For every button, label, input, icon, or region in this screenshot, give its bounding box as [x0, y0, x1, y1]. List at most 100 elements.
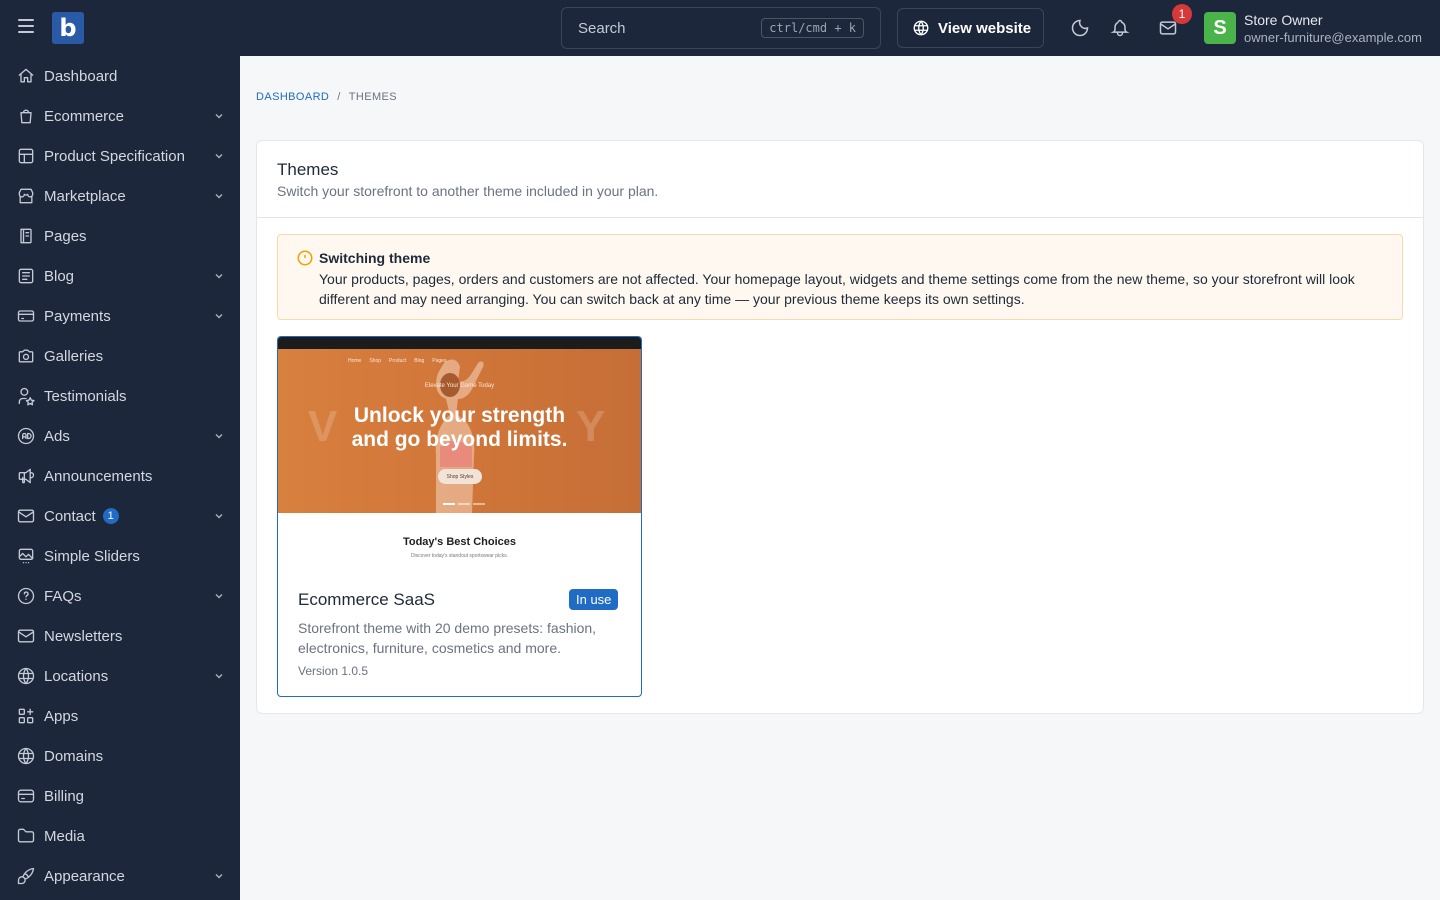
sidebar-item-locations[interactable]: Locations	[0, 656, 240, 696]
ad-icon	[17, 427, 35, 445]
top-bar: b Search ctrl/cmd + k View website 1 S S…	[0, 0, 1440, 56]
view-website-label: View website	[938, 19, 1032, 37]
shopping-bag-icon	[20, 109, 32, 124]
view-website-button[interactable]: View website	[897, 8, 1044, 48]
sidebar-item-label: Contact	[44, 507, 96, 525]
card-divider	[257, 217, 1423, 218]
preview-section-title: Today's Best Choices	[402, 536, 517, 548]
sidebar-item-label: Announcements	[44, 467, 153, 485]
sidebar-item-label: Domains	[44, 747, 104, 765]
credit-card-icon	[17, 310, 35, 322]
sidebar-item-testimonials[interactable]: Testimonials	[0, 376, 240, 416]
apps-icon	[18, 708, 34, 724]
sidebar-item-label: Billing	[44, 787, 85, 805]
preview-section-subtitle: Discover today's standout sportswear pic…	[410, 553, 509, 559]
sidebar-item-pages[interactable]: Pages	[0, 216, 240, 256]
chevron-down-icon	[215, 154, 223, 159]
sidebar-item-newsletters[interactable]: Newsletters	[0, 616, 240, 656]
sidebar-item-ecommerce[interactable]: Ecommerce	[0, 96, 240, 136]
search-input[interactable]: Search ctrl/cmd + k	[561, 7, 881, 49]
breadcrumb: DASHBOARD / THEMES	[256, 91, 397, 103]
receipt-icon	[17, 789, 35, 803]
sidebar-item-appearance[interactable]: Appearance	[0, 856, 240, 896]
themes-card: Themes Switch your storefront to another…	[256, 140, 1424, 714]
sidebar-item-blog[interactable]: Blog	[0, 256, 240, 296]
breadcrumb-current: THEMES	[348, 91, 397, 103]
sidebar-item-label: Testimonials	[44, 387, 127, 405]
folder-icon	[17, 828, 35, 843]
sidebar-item-contact[interactable]: Contact 1	[0, 496, 240, 536]
alert-body: Your products, pages, orders and custome…	[319, 271, 1355, 307]
world-icon	[17, 667, 35, 685]
sidebar-item-label: FAQs	[44, 587, 82, 605]
slideshow-icon	[18, 548, 34, 564]
sidebar-item-faqs[interactable]: FAQs	[0, 576, 240, 616]
moon-icon[interactable]	[1070, 18, 1090, 38]
sidebar-item-label: Product Specification	[44, 147, 185, 165]
sidebar-item-label: Ecommerce	[44, 107, 125, 125]
search-placeholder: Search	[578, 19, 626, 37]
sidebar-item-simple-sliders[interactable]: Simple Sliders	[0, 536, 240, 576]
avatar[interactable]: S	[1204, 12, 1236, 44]
chevron-down-icon	[215, 274, 223, 279]
camera-icon	[18, 349, 34, 363]
theme-name: Ecommerce SaaS	[298, 590, 435, 609]
sidebar-item-label: Appearance	[44, 867, 125, 885]
sidebar-item-label: Marketplace	[44, 187, 126, 205]
sidebar-item-label: Pages	[44, 227, 87, 245]
sidebar-item-label: Payments	[44, 307, 111, 325]
sidebar-item-label: Blog	[44, 267, 75, 285]
world-icon	[17, 747, 35, 765]
status-badge: In use	[569, 589, 619, 610]
sidebar-item-label: Dashboard	[44, 67, 118, 85]
store-icon	[18, 188, 34, 204]
user-email: owner-furniture@example.com	[1244, 30, 1422, 45]
sidebar-item-label: Media	[44, 827, 85, 845]
breadcrumb-dashboard-link[interactable]: DASHBOARD	[256, 91, 329, 103]
menu-toggle-icon[interactable]	[18, 19, 38, 37]
sidebar-item-payments[interactable]: Payments	[0, 296, 240, 336]
user-name[interactable]: Store Owner	[1244, 12, 1323, 28]
switching-theme-alert: Switching theme Your products, pages, or…	[277, 234, 1403, 320]
chevron-down-icon	[215, 114, 223, 119]
brush-icon	[17, 867, 35, 885]
sidebar-item-label: Newsletters	[44, 627, 123, 645]
search-shortcut-hint: ctrl/cmd + k	[761, 18, 864, 38]
mail-icon	[17, 629, 35, 643]
chevron-down-icon	[215, 514, 223, 519]
chevron-down-icon	[215, 674, 223, 679]
article-icon	[18, 268, 34, 284]
sidebar-item-ads[interactable]: Ads	[0, 416, 240, 456]
theme-description: Storefront theme with 20 demo presets: f…	[298, 620, 597, 656]
sidebar-item-media[interactable]: Media	[0, 816, 240, 856]
sidebar-item-badge: 1	[102, 508, 119, 524]
sidebar-item-galleries[interactable]: Galleries	[0, 336, 240, 376]
sidebar-item-label: Locations	[44, 667, 109, 685]
chevron-down-icon	[215, 594, 223, 599]
sidebar-item-product-specification[interactable]: Product Specification	[0, 136, 240, 176]
sidebar-item-apps[interactable]: Apps	[0, 696, 240, 736]
chevron-down-icon	[215, 874, 223, 879]
sidebar-item-marketplace[interactable]: Marketplace	[0, 176, 240, 216]
table-layout-icon	[18, 148, 34, 164]
chevron-down-icon	[215, 314, 223, 319]
theme-card-ecommerce-saas[interactable]: V Y Home Shop Product Blog Pages Elevate…	[277, 336, 642, 697]
chevron-down-icon	[215, 194, 223, 199]
user-star-icon	[18, 387, 35, 406]
mail-icon	[17, 509, 35, 523]
breadcrumb-separator: /	[337, 91, 341, 103]
sidebar-item-dashboard[interactable]: Dashboard	[0, 56, 240, 96]
chevron-down-icon	[215, 434, 223, 439]
page-title: Themes	[277, 160, 339, 179]
sidebar-item-announcements[interactable]: Announcements	[0, 456, 240, 496]
brand-logo[interactable]: b	[52, 12, 84, 44]
sidebar-item-billing[interactable]: Billing	[0, 776, 240, 816]
inbox-count-badge: 1	[1172, 4, 1192, 24]
help-circle-icon	[17, 587, 35, 605]
alert-circle-icon	[297, 250, 313, 266]
bell-icon[interactable]	[1110, 18, 1130, 38]
notebook-icon	[20, 228, 32, 244]
sidebar-item-domains[interactable]: Domains	[0, 736, 240, 776]
preview-headline: Unlock your strength and go beyond limit…	[351, 404, 568, 451]
theme-preview-image: V Y Home Shop Product Blog Pages Elevate…	[278, 337, 641, 513]
